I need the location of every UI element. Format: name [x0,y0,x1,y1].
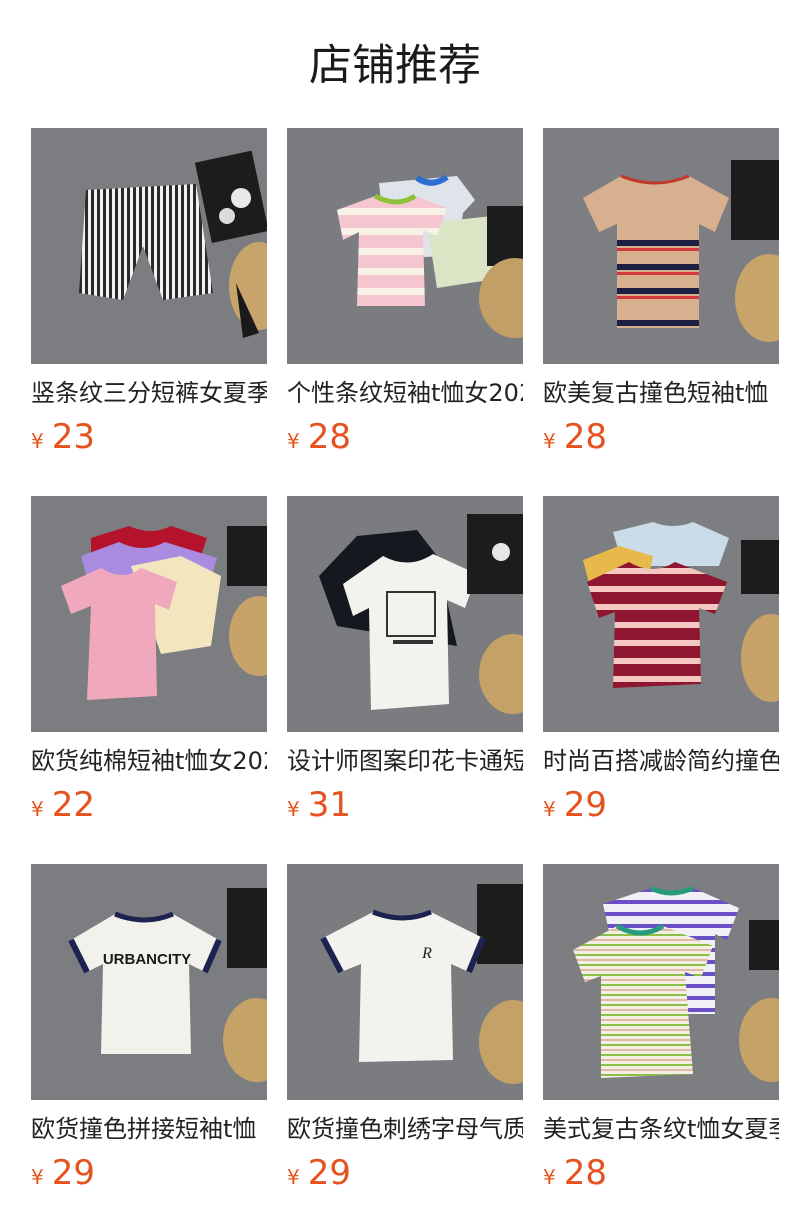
product-card[interactable]: R 欧货撞色刺绣字母气质 ¥29 [287,864,523,1198]
product-price: ¥23 [31,416,267,462]
price-value: 28 [563,1153,607,1193]
letter-print: R [421,945,432,962]
product-card[interactable]: 竖条纹三分短裤女夏季 ¥23 [31,128,267,462]
product-card[interactable]: 欧美复古撞色短袖t恤 ¥28 [543,128,779,462]
product-card[interactable]: URBANCITY 欧货撞色拼接短袖t恤 ¥29 [31,864,267,1198]
page-title: 店铺推荐 [309,41,481,91]
product-name[interactable]: 欧货撞色拼接短袖t恤 [31,1112,267,1146]
price-value: 31 [307,785,351,825]
product-card[interactable]: 时尚百搭减龄简约撞色 ¥29 [543,496,779,830]
product-name[interactable]: 竖条纹三分短裤女夏季 [31,376,267,410]
price-value: 23 [51,417,95,457]
product-image-tan-striped-tee[interactable] [543,128,779,364]
product-price: ¥29 [543,784,779,830]
product-price: ¥22 [31,784,267,830]
product-price: ¥28 [543,416,779,462]
currency-symbol: ¥ [31,429,44,453]
product-image-urbancity-tee[interactable]: URBANCITY [31,864,267,1100]
product-price: ¥29 [287,1152,523,1198]
urbancity-print: URBANCITY [103,951,191,968]
currency-symbol: ¥ [31,797,44,821]
product-image-pastel-tees[interactable] [31,496,267,732]
product-card[interactable]: 设计师图案印花卡通短袖 ¥31 [287,496,523,830]
price-value: 22 [51,785,95,825]
product-card[interactable]: 个性条纹短袖t恤女2024 ¥28 [287,128,523,462]
product-image-letter-r-tee[interactable]: R [287,864,523,1100]
currency-symbol: ¥ [543,1165,556,1189]
currency-symbol: ¥ [287,797,300,821]
product-price: ¥28 [287,416,523,462]
currency-symbol: ¥ [287,429,300,453]
product-image-pink-striped-tee[interactable] [287,128,523,364]
product-name[interactable]: 欧货纯棉短袖t恤女2024 [31,744,267,778]
product-name[interactable]: 时尚百搭减龄简约撞色 [543,744,779,778]
product-name[interactable]: 个性条纹短袖t恤女2024 [287,376,523,410]
price-value: 28 [563,417,607,457]
product-price: ¥31 [287,784,523,830]
product-card[interactable]: 美式复古条纹t恤女夏季 ¥28 [543,864,779,1198]
price-value: 29 [307,1153,351,1193]
currency-symbol: ¥ [543,797,556,821]
price-value: 29 [51,1153,95,1193]
product-image-green-striped-tee[interactable] [543,864,779,1100]
product-name[interactable]: 设计师图案印花卡通短袖 [287,744,523,778]
product-image-striped-shorts[interactable] [31,128,267,364]
product-name[interactable]: 欧美复古撞色短袖t恤 [543,376,779,410]
product-name[interactable]: 美式复古条纹t恤女夏季 [543,1112,779,1146]
product-price: ¥29 [31,1152,267,1198]
currency-symbol: ¥ [287,1165,300,1189]
price-value: 28 [307,417,351,457]
price-value: 29 [563,785,607,825]
product-card[interactable]: 欧货纯棉短袖t恤女2024 ¥22 [31,496,267,830]
product-image-graphic-tee[interactable] [287,496,523,732]
product-name[interactable]: 欧货撞色刺绣字母气质 [287,1112,523,1146]
currency-symbol: ¥ [543,429,556,453]
currency-symbol: ¥ [31,1165,44,1189]
product-price: ¥28 [543,1152,779,1198]
product-image-red-striped-tee[interactable] [543,496,779,732]
